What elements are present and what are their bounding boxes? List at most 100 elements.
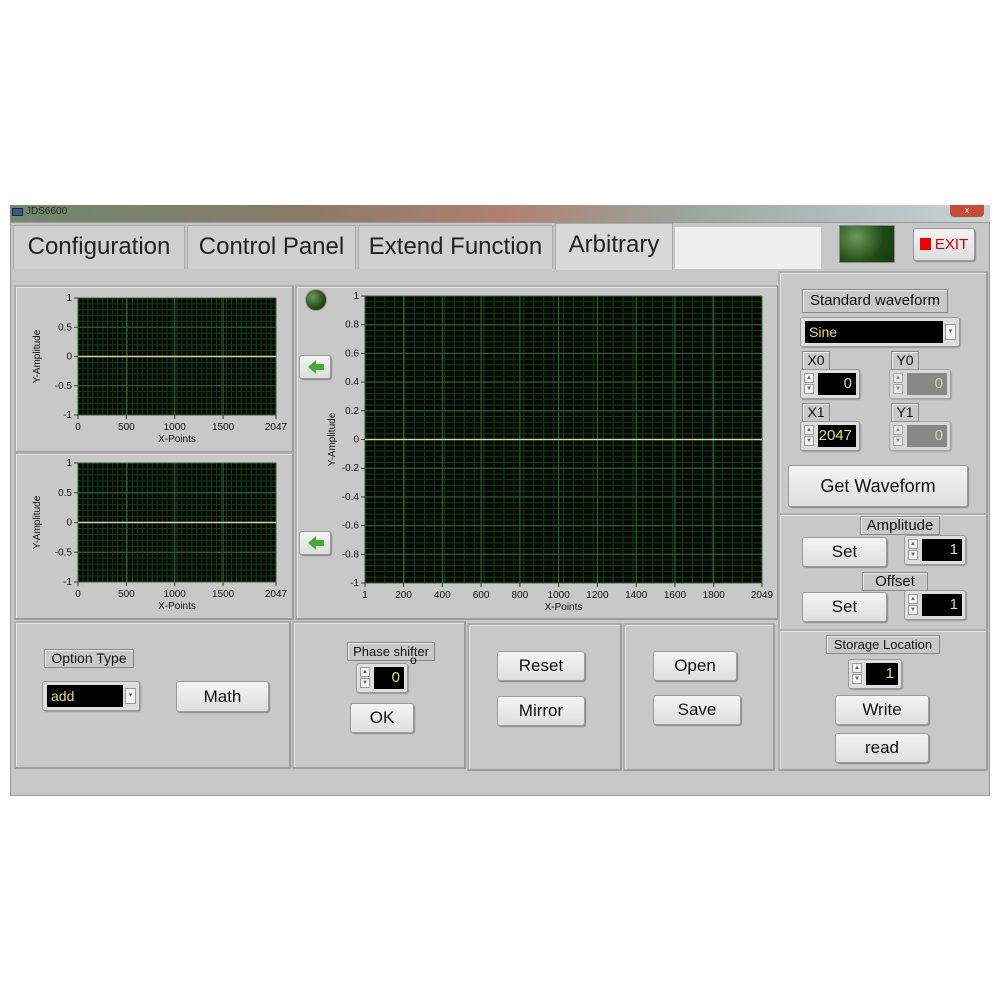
standard-waveform-panel: Standard waveform Sine ▾ X0 Y0 ▲ ▼ 0 ▲ ▼ 0 X… xyxy=(778,271,988,515)
y-axis-label: Y-Amplitude xyxy=(32,495,43,549)
exit-label: EXIT xyxy=(934,236,969,253)
y0-value: 0 xyxy=(907,373,947,395)
standard-waveform-value: Sine xyxy=(805,321,943,343)
write-button[interactable]: Write xyxy=(835,695,929,725)
standard-waveform-label: Standard waveform xyxy=(802,289,948,313)
option-type-label: Option Type xyxy=(44,649,134,668)
app-window: Configuration Control Panel Extend Funct… xyxy=(10,222,990,796)
main-waveform-chart: 1 200 400 600 800 1000 1200 1400 1600 1800 204910.… xyxy=(327,291,774,613)
amplitude-value[interactable]: 1 xyxy=(922,539,962,561)
y-tick-label: 1 xyxy=(66,458,72,469)
window-close-button[interactable]: x xyxy=(950,205,984,217)
offset-set-button[interactable]: Set xyxy=(802,592,887,622)
degree-unit: o xyxy=(410,653,417,667)
x-tick-label: 1500 xyxy=(212,422,235,433)
x-tick-label: 2047 xyxy=(265,422,288,433)
y-tick-label: -0.8 xyxy=(342,549,360,560)
x0-input[interactable]: ▲ ▼ 0 xyxy=(800,369,860,399)
phase-shifter-panel: Phase shifter ▲ ▼ 0 o OK xyxy=(292,621,466,769)
x-tick-label: 0 xyxy=(75,589,81,600)
x-tick-label: 2049 xyxy=(751,590,774,601)
x-axis-label: X-Points xyxy=(158,601,196,612)
tab-control-panel[interactable]: Control Panel xyxy=(187,225,356,269)
y-tick-label: 0.5 xyxy=(58,488,72,499)
x0-value[interactable]: 0 xyxy=(818,373,856,395)
y1-label: Y1 xyxy=(891,403,919,422)
x1-label: X1 xyxy=(802,403,830,422)
y-tick-label: -0.5 xyxy=(55,381,73,392)
x1-input[interactable]: ▲ ▼ 2047 xyxy=(800,421,860,451)
y-tick-label: 0 xyxy=(66,518,72,529)
y-tick-label: 1 xyxy=(353,291,359,302)
chart-panel-2: 0 500 1000 1500 2047 1 0.5 0 -0.5 -1 X-Points Y-Amp… xyxy=(14,452,294,620)
window-title: JDS6600 xyxy=(26,206,68,217)
x-tick-label: 600 xyxy=(473,590,490,601)
get-waveform-button[interactable]: Get Waveform xyxy=(788,465,968,507)
tab-arbitrary[interactable]: Arbitrary xyxy=(555,223,673,270)
x-tick-label: 1200 xyxy=(586,590,609,601)
y-tick-label: -0.2 xyxy=(342,463,360,474)
y-tick-label: 0.5 xyxy=(58,322,72,333)
x-tick-label: 1600 xyxy=(664,590,687,601)
y-tick-label: -1 xyxy=(63,410,72,421)
x-tick-label: 2047 xyxy=(265,589,288,600)
x-tick-label: 800 xyxy=(512,590,529,601)
app-icon xyxy=(12,208,23,216)
amplitude-set-button[interactable]: Set xyxy=(802,537,887,567)
exit-button[interactable]: EXIT xyxy=(913,228,975,261)
y-tick-label: -1 xyxy=(63,577,72,588)
y-tick-label: -1 xyxy=(350,578,359,589)
y-tick-label: 0.6 xyxy=(345,348,359,359)
y-tick-label: -0.4 xyxy=(342,492,360,503)
y-axis-label: Y-Amplitude xyxy=(327,412,338,466)
phase-shifter-input[interactable]: ▲ ▼ 0 xyxy=(356,663,408,693)
mirror-button[interactable]: Mirror xyxy=(497,696,585,726)
x-tick-label: 1 xyxy=(362,590,368,601)
storage-location-label: Storage Location xyxy=(826,635,940,654)
y-tick-label: 0.8 xyxy=(345,320,359,331)
status-led xyxy=(839,225,895,263)
reset-mirror-panel: Reset Mirror xyxy=(467,623,622,771)
math-button[interactable]: Math xyxy=(176,681,269,712)
x0-label: X0 xyxy=(802,351,830,370)
tab-configuration[interactable]: Configuration xyxy=(13,225,185,269)
x-tick-label: 500 xyxy=(118,589,135,600)
standard-waveform-select[interactable]: Sine ▾ xyxy=(800,317,960,347)
y1-input: ▲ ▼ 0 xyxy=(889,421,951,451)
tab-extend-function[interactable]: Extend Function xyxy=(358,225,553,269)
offset-value[interactable]: 1 xyxy=(922,594,962,616)
offset-input[interactable]: ▲ ▼ 1 xyxy=(904,590,966,620)
x-tick-label: 1400 xyxy=(625,590,648,601)
amplitude-input[interactable]: ▲ ▼ 1 xyxy=(904,535,966,565)
x-tick-label: 0 xyxy=(75,422,81,433)
x-axis-label: X-Points xyxy=(158,434,196,445)
option-type-select[interactable]: add ▾ xyxy=(42,681,140,711)
x1-value[interactable]: 2047 xyxy=(818,425,856,447)
chevron-down-icon[interactable]: ▾ xyxy=(125,688,136,704)
y-tick-label: -0.6 xyxy=(342,521,360,532)
phase-shifter-value[interactable]: 0 xyxy=(374,667,404,689)
x-tick-label: 1500 xyxy=(212,589,235,600)
storage-panel: Storage Location ▲ ▼ 1 Write read xyxy=(778,629,988,771)
x-tick-label: 1000 xyxy=(164,422,187,433)
file-panel: Open Save xyxy=(623,623,775,771)
math-panel: Option Type add ▾ Math xyxy=(14,621,291,769)
save-button[interactable]: Save xyxy=(653,695,741,725)
storage-location-input[interactable]: ▲ ▼ 1 xyxy=(848,659,902,689)
phase-ok-button[interactable]: OK xyxy=(350,703,414,733)
phase-shifter-label: Phase shifter xyxy=(347,642,435,661)
reset-button[interactable]: Reset xyxy=(497,651,585,681)
y-tick-label: 1 xyxy=(66,293,72,304)
amplitude-label: Amplitude xyxy=(860,516,940,535)
storage-location-value[interactable]: 1 xyxy=(866,663,898,685)
read-button[interactable]: read xyxy=(835,733,929,763)
x-tick-label: 200 xyxy=(395,590,412,601)
tab-strip-blank xyxy=(675,227,821,269)
x-tick-label: 1000 xyxy=(164,589,187,600)
waveform-chart-1: 0 500 1000 1500 2047 1 0.5 0 -0.5 -1 X-Points Y-Amp… xyxy=(32,293,288,445)
chevron-down-icon[interactable]: ▾ xyxy=(945,324,956,340)
waveform-chart-2: 0 500 1000 1500 2047 1 0.5 0 -0.5 -1 X-Points Y-Amp… xyxy=(32,458,288,612)
main-chart-panel: 1 200 400 600 800 1000 1200 1400 1600 1800 2049 1 0.… xyxy=(295,285,779,620)
y-tick-label: -0.5 xyxy=(55,547,73,558)
open-button[interactable]: Open xyxy=(653,651,737,681)
